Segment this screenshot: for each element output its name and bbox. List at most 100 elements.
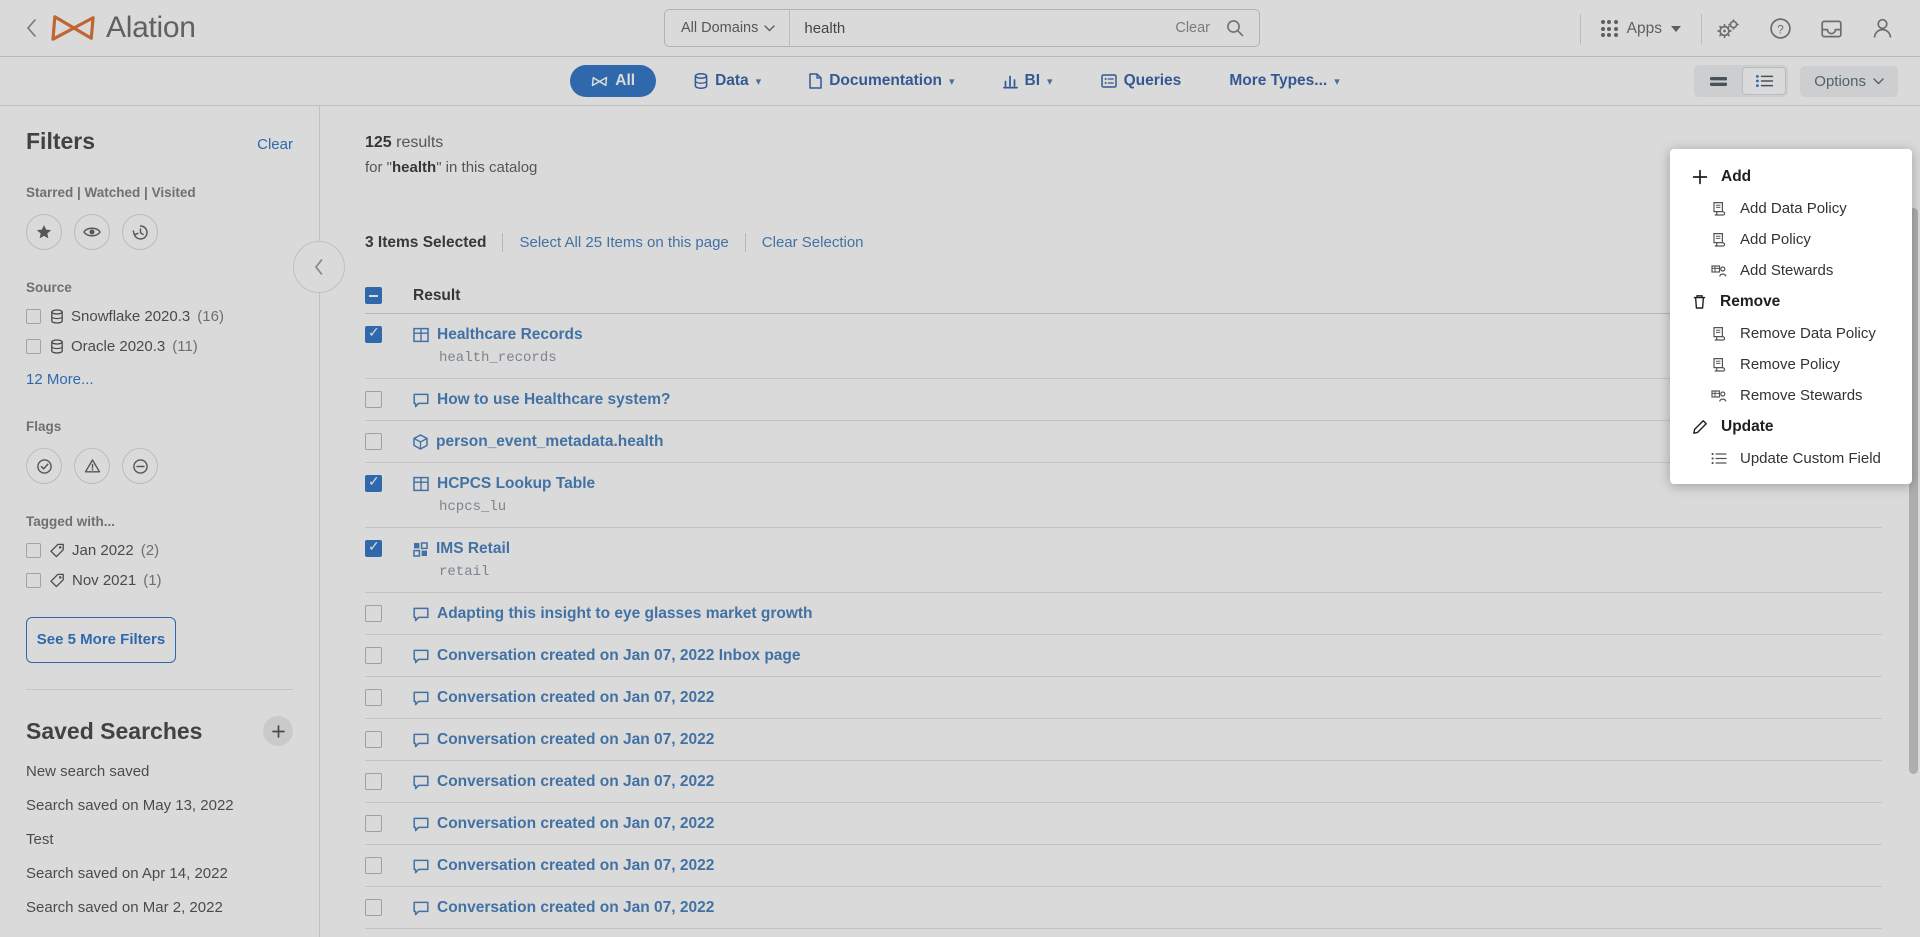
row-checkbox[interactable] [365, 433, 382, 450]
row-checkbox[interactable] [365, 773, 382, 790]
clear-selection-link[interactable]: Clear Selection [746, 234, 880, 251]
table-row[interactable]: Conversation created on Jan 07, 2022 [365, 719, 1882, 761]
table-row[interactable]: Conversation created on Jan 07, 2022 [365, 761, 1882, 803]
row-title[interactable]: HCPCS Lookup Table [413, 475, 1882, 493]
menu-item-add-stewards[interactable]: Add Stewards [1670, 255, 1912, 286]
row-checkbox[interactable] [365, 815, 382, 832]
saved-search-item[interactable]: Search saved on Mar 2, 2022 [26, 899, 293, 916]
tab-all[interactable]: All [570, 65, 657, 97]
saved-search-item[interactable]: New search saved [26, 763, 293, 780]
checkbox[interactable] [26, 573, 41, 588]
saved-search-item[interactable]: Search saved on Apr 14, 2022 [26, 865, 293, 882]
view-mode-compact-button[interactable] [1696, 67, 1740, 95]
filter-deprecated-button[interactable] [122, 448, 158, 484]
user-profile-button[interactable] [1857, 17, 1920, 40]
table-row[interactable]: Conversation created on Jan 07, 2022 [365, 803, 1882, 845]
row-checkbox-cell[interactable] [365, 473, 413, 492]
table-row[interactable]: Conversation created on Jan 07, 2022 [365, 845, 1882, 887]
sidebar-collapse-button[interactable] [293, 241, 345, 293]
row-checkbox[interactable] [365, 689, 382, 706]
menu-item-remove-data-policy[interactable]: Remove Data Policy [1670, 318, 1912, 349]
row-checkbox-cell[interactable] [365, 324, 413, 343]
row-checkbox-cell[interactable] [365, 899, 413, 916]
apps-menu-button[interactable]: Apps [1581, 20, 1701, 38]
filter-source-oracle[interactable]: Oracle 2020.3 (11) [26, 338, 293, 355]
search-clear-button[interactable]: Clear [1165, 20, 1220, 36]
see-more-filters-button[interactable]: See 5 More Filters [26, 617, 176, 664]
tab-bi[interactable]: BI ▾ [993, 66, 1063, 96]
row-title[interactable]: Conversation created on Jan 07, 2022 [413, 857, 1882, 875]
saved-search-item[interactable]: Search saved on May 13, 2022 [26, 797, 293, 814]
row-checkbox[interactable] [365, 538, 382, 557]
menu-item-add-policy[interactable]: Add Policy [1670, 224, 1912, 255]
menu-item-update-custom-field[interactable]: Update Custom Field [1670, 443, 1912, 474]
row-checkbox-cell[interactable] [365, 433, 413, 450]
add-saved-search-button[interactable] [263, 716, 293, 747]
row-checkbox[interactable] [365, 857, 382, 874]
row-checkbox-cell[interactable] [365, 647, 413, 664]
tab-data[interactable]: Data ▾ [684, 66, 771, 96]
row-title[interactable]: How to use Healthcare system? [413, 391, 1882, 409]
select-all-link[interactable]: Select All 25 Items on this page [503, 234, 744, 251]
filter-endorsement-button[interactable] [26, 448, 62, 484]
filter-warning-button[interactable] [74, 448, 110, 484]
options-menu-button[interactable]: Options [1800, 65, 1898, 97]
row-checkbox-cell[interactable] [365, 815, 413, 832]
menu-item-remove-policy[interactable]: Remove Policy [1670, 349, 1912, 380]
row-title[interactable]: Conversation created on Jan 07, 2022 [413, 689, 1882, 707]
row-checkbox[interactable] [365, 731, 382, 748]
domain-selector[interactable]: All Domains [665, 10, 791, 46]
row-checkbox[interactable] [365, 899, 382, 916]
row-checkbox[interactable] [365, 324, 382, 343]
alation-logo[interactable]: Alation [50, 11, 196, 45]
row-checkbox[interactable] [365, 647, 382, 664]
row-checkbox-cell[interactable] [365, 773, 413, 790]
table-row[interactable]: Conversation created on Jan 07, 2022 Inb… [365, 635, 1882, 677]
saved-search-item[interactable]: Test [26, 831, 293, 848]
menu-item-add-data-policy[interactable]: Add Data Policy [1670, 193, 1912, 224]
table-row[interactable]: Conversation created on Jan 07, 2022 [365, 887, 1882, 929]
table-row[interactable]: person_event_metadata.health [365, 421, 1882, 463]
inbox-button[interactable] [1806, 18, 1857, 40]
select-all-checkbox[interactable] [365, 287, 382, 304]
filter-tag-nov-2021[interactable]: Nov 2021 (1) [26, 572, 293, 589]
row-checkbox-cell[interactable] [365, 391, 413, 408]
view-mode-list-button[interactable] [1742, 67, 1787, 95]
row-title[interactable]: Conversation created on Jan 07, 2022 Inb… [413, 647, 1882, 665]
back-button[interactable] [14, 19, 48, 37]
filter-visited-button[interactable] [122, 214, 158, 250]
settings-button[interactable] [1702, 18, 1755, 40]
checkbox[interactable] [26, 339, 41, 354]
filters-clear-button[interactable]: Clear [257, 136, 293, 153]
row-title[interactable]: Adapting this insight to eye glasses mar… [413, 605, 1882, 623]
row-checkbox[interactable] [365, 605, 382, 622]
tab-documentation[interactable]: Documentation ▾ [799, 66, 964, 96]
table-row[interactable]: Adapting this insight to eye glasses mar… [365, 593, 1882, 635]
filter-starred-button[interactable] [26, 214, 62, 250]
filter-tag-jan-2022[interactable]: Jan 2022 (2) [26, 542, 293, 559]
row-title[interactable]: Conversation created on Jan 07, 2022 [413, 773, 1882, 791]
filter-watched-button[interactable] [74, 214, 110, 250]
row-title[interactable]: Conversation created on Jan 07, 2022 [413, 899, 1882, 917]
row-checkbox[interactable] [365, 391, 382, 408]
row-title[interactable]: Conversation created on Jan 07, 2022 [413, 731, 1882, 749]
row-title[interactable]: person_event_metadata.health [413, 433, 1882, 451]
table-row[interactable]: IMS Retail retail [365, 528, 1882, 593]
filter-source-snowflake[interactable]: Snowflake 2020.3 (16) [26, 308, 293, 325]
row-checkbox-cell[interactable] [365, 731, 413, 748]
row-title[interactable]: IMS Retail [413, 540, 1882, 558]
table-row[interactable]: How to use Healthcare system? [365, 379, 1882, 421]
row-checkbox-cell[interactable] [365, 689, 413, 706]
table-row[interactable]: HCPCS Lookup Table hcpcs_lu [365, 463, 1882, 528]
row-checkbox-cell[interactable] [365, 605, 413, 622]
search-input[interactable] [790, 10, 1166, 46]
tab-more-types[interactable]: More Types... ▾ [1219, 66, 1349, 96]
checkbox[interactable] [26, 309, 41, 324]
row-checkbox[interactable] [365, 473, 382, 492]
search-submit-button[interactable] [1220, 19, 1259, 37]
row-checkbox-cell[interactable] [365, 538, 413, 557]
source-more-link[interactable]: 12 More... [26, 371, 94, 388]
row-title[interactable]: Conversation created on Jan 07, 2022 [413, 815, 1882, 833]
row-title[interactable]: Healthcare Records [413, 326, 1882, 344]
table-row[interactable]: Conversation created on Jan 07, 2022 [365, 677, 1882, 719]
